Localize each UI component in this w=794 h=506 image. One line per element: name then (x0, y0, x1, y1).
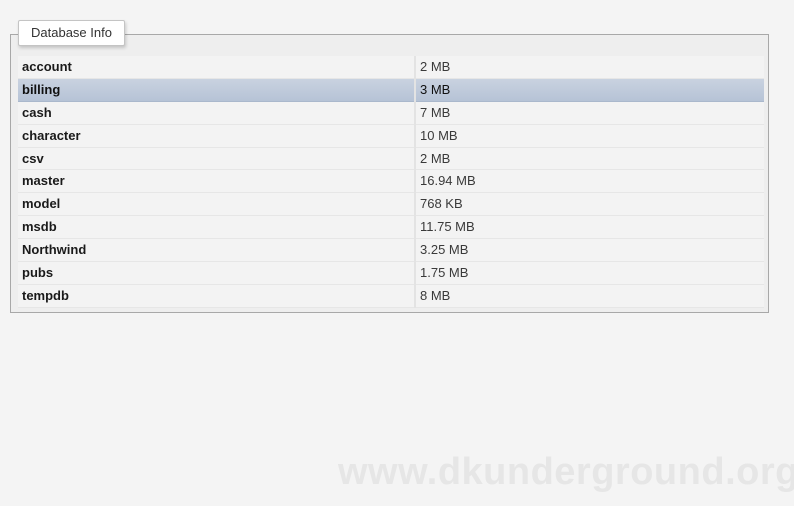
database-size: 10 MB (416, 124, 764, 148)
database-name: cash (18, 101, 414, 125)
table-row[interactable]: pubs 1.75 MB (18, 262, 764, 285)
database-size: 3 MB (416, 78, 764, 102)
table-row[interactable]: cash 7 MB (18, 101, 764, 125)
table-row[interactable]: Northwind 3.25 MB (18, 239, 764, 263)
table-row[interactable]: model 768 KB (18, 193, 764, 217)
table-row[interactable]: account 2 MB (18, 56, 764, 79)
database-name: Northwind (18, 239, 414, 263)
database-name: msdb (18, 216, 414, 240)
database-size: 16.94 MB (416, 170, 764, 194)
watermark: www.dkunderground.org (338, 451, 794, 493)
database-size: 7 MB (416, 101, 764, 125)
database-name: pubs (18, 262, 414, 285)
table-row[interactable]: tempdb 8 MB (18, 284, 764, 308)
database-size: 2 MB (416, 56, 764, 79)
database-name: csv (18, 147, 414, 171)
database-name: master (18, 170, 414, 194)
database-size: 3.25 MB (416, 239, 764, 263)
database-info-tab[interactable]: Database Info (18, 20, 125, 46)
table-row[interactable]: msdb 11.75 MB (18, 216, 764, 240)
database-size: 768 KB (416, 193, 764, 217)
database-size: 8 MB (416, 284, 764, 308)
database-size: 1.75 MB (416, 262, 764, 285)
database-name: tempdb (18, 284, 414, 308)
database-name: billing (18, 78, 414, 102)
database-info-panel: account 2 MB billing 3 MB cash 7 MB char… (10, 34, 769, 313)
table-row-selected[interactable]: billing 3 MB (18, 78, 764, 102)
database-table: account 2 MB billing 3 MB cash 7 MB char… (18, 56, 764, 308)
database-name: model (18, 193, 414, 217)
database-size: 11.75 MB (416, 216, 764, 240)
table-row[interactable]: character 10 MB (18, 124, 764, 148)
table-row[interactable]: csv 2 MB (18, 147, 764, 171)
database-info-title: Database Info (31, 25, 112, 40)
database-size: 2 MB (416, 147, 764, 171)
database-name: account (18, 56, 414, 79)
table-row[interactable]: master 16.94 MB (18, 170, 764, 194)
database-name: character (18, 124, 414, 148)
